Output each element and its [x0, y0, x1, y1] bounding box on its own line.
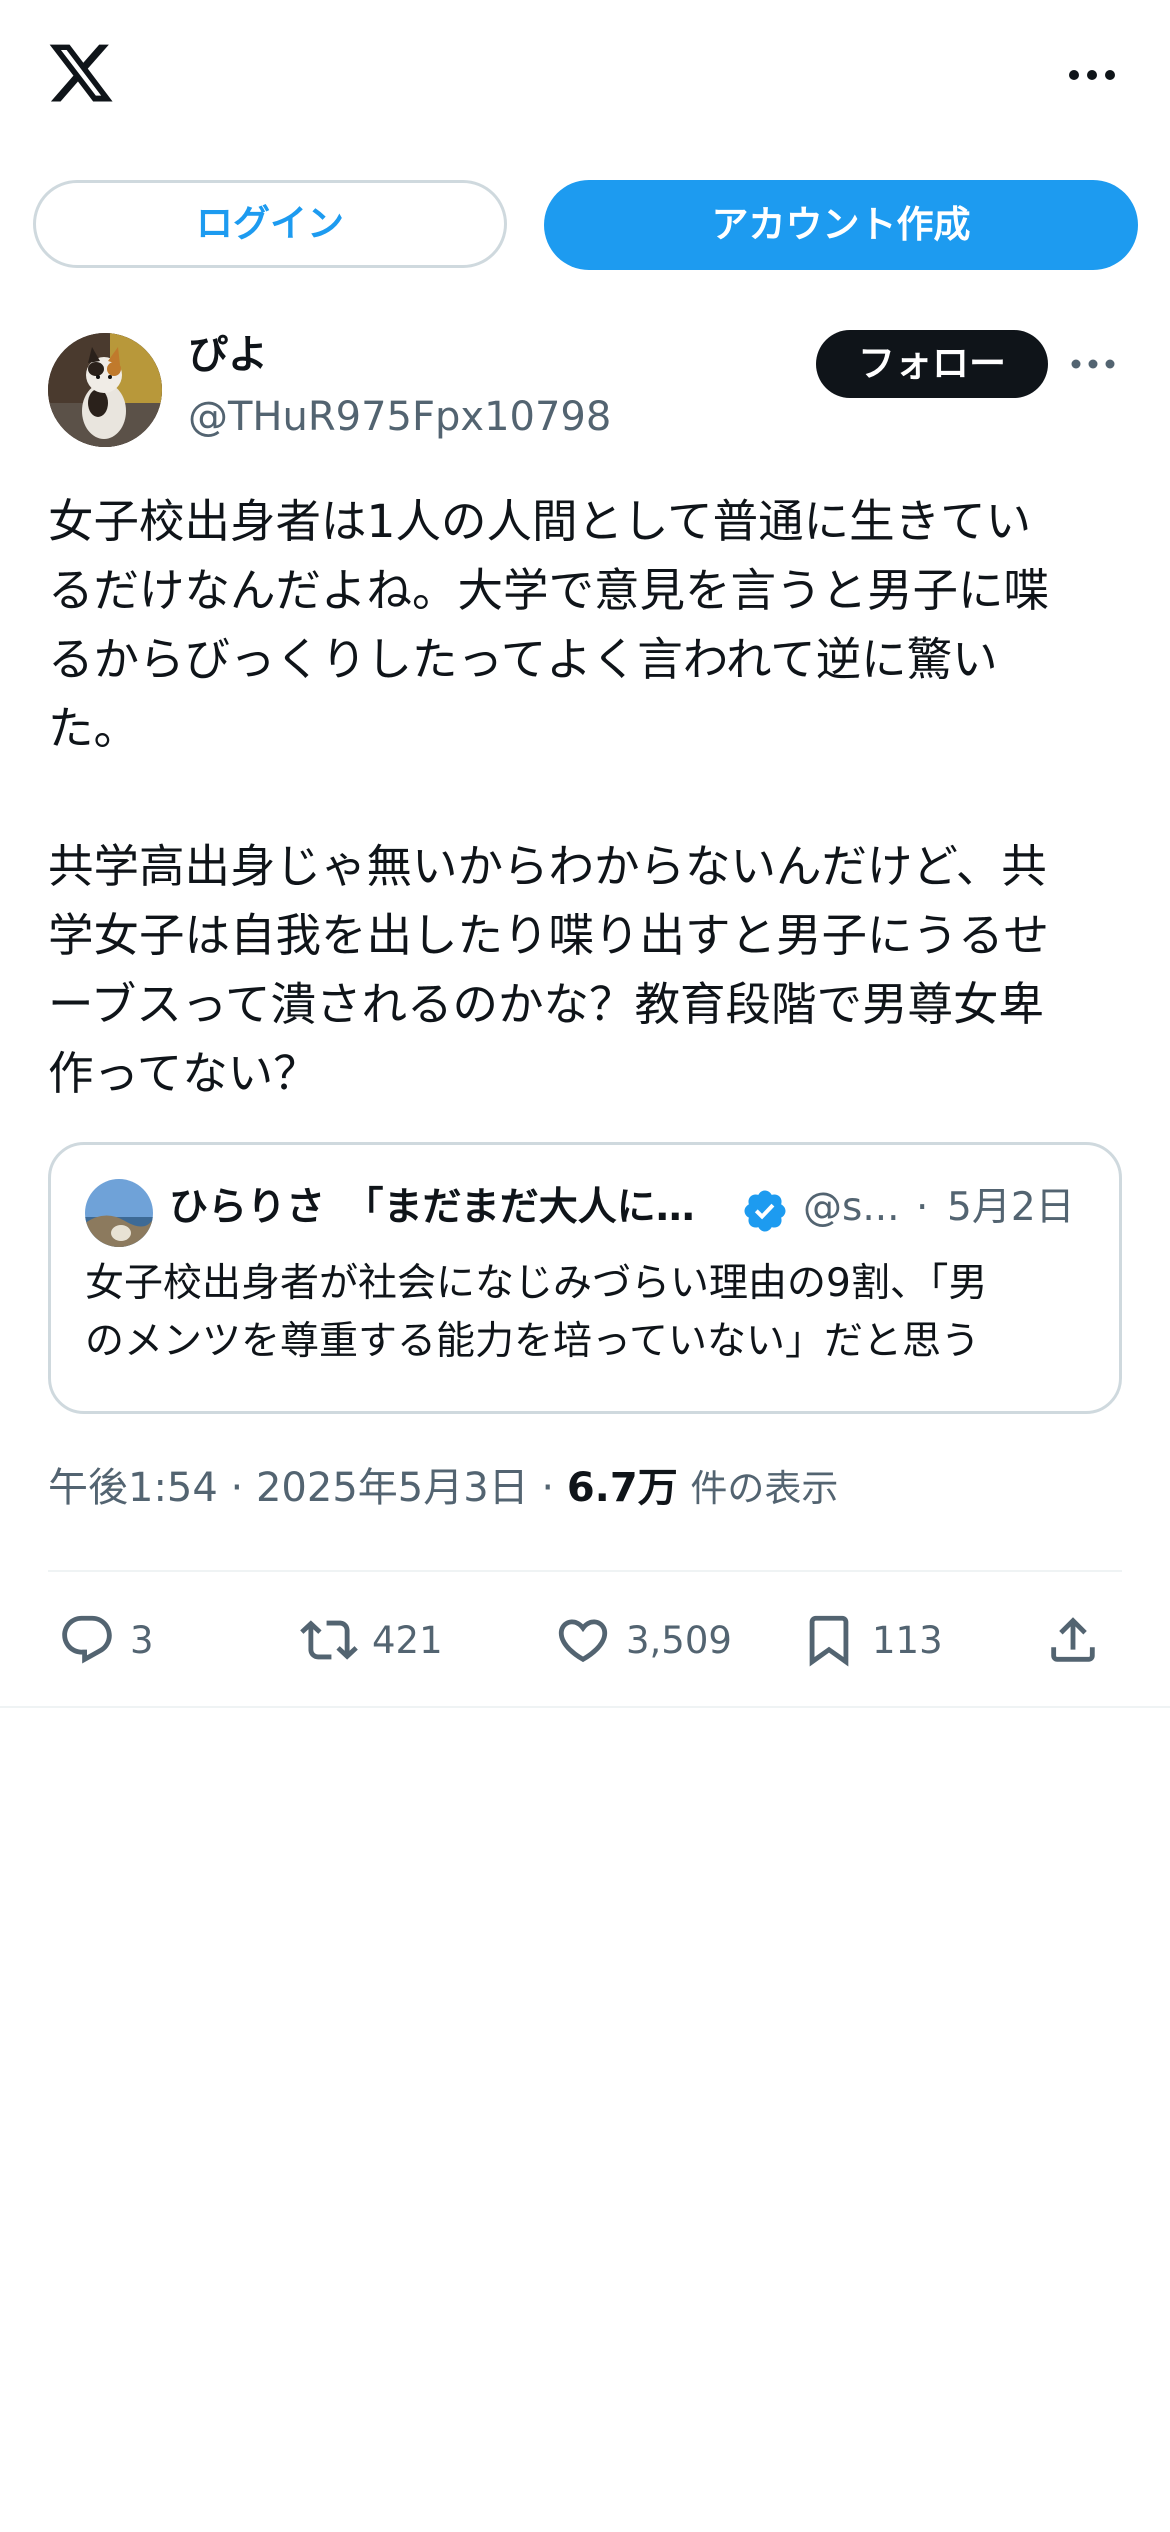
like-count: 3,509 — [626, 1618, 732, 1662]
auth-buttons: ログイン アカウント作成 — [33, 180, 1138, 270]
quote-author-name: ひらりさ 「まだまだ大人になれません」 — [169, 1185, 714, 1230]
cat-avatar-image — [48, 333, 162, 447]
login-button[interactable]: ログイン — [33, 180, 507, 268]
like-icon — [558, 1619, 608, 1663]
views-count: 6.7万 — [566, 1465, 678, 1511]
share-icon — [1051, 1617, 1095, 1662]
x-logo-icon[interactable] — [46, 38, 116, 108]
follow-button[interactable]: フォロー — [816, 330, 1048, 398]
retweet-button[interactable]: 421 — [300, 1600, 443, 1680]
bookmark-count: 113 — [872, 1618, 943, 1662]
landscape-avatar-image — [85, 1179, 153, 1247]
share-button[interactable] — [1044, 1600, 1116, 1680]
separator-dot: · — [541, 1465, 555, 1511]
avatar — [85, 1179, 153, 1247]
quote-author-handle: @s... — [803, 1185, 900, 1230]
retweet-icon — [300, 1620, 358, 1660]
like-button[interactable]: 3,509 — [554, 1600, 732, 1680]
tweet-text: 女子校出身者は1人の人間として普通に生きてい るだけなんだよね。大学で意見を言う… — [48, 495, 1050, 1100]
quoted-tweet-card[interactable]: ひらりさ 「まだまだ大人になれません」 @s... · 5月2日 女子校出身者が… — [48, 1142, 1122, 1414]
bookmark-button[interactable]: 113 — [800, 1600, 943, 1680]
quote-date: 5月2日 — [947, 1185, 1075, 1230]
reply-count: 3 — [130, 1618, 154, 1662]
verified-badge-icon — [744, 1190, 786, 1232]
more-horizontal-icon[interactable] — [1062, 55, 1122, 95]
more-horizontal-icon[interactable] — [1068, 354, 1118, 374]
author-name[interactable]: ぴよ — [188, 330, 268, 380]
create-account-button[interactable]: アカウント作成 — [544, 180, 1138, 270]
tweet-author: ぴよ @THuR975Fpx10798 フォロー — [48, 330, 1128, 450]
tweet-time[interactable]: 午後1:54 — [48, 1465, 218, 1511]
bookmark-icon — [809, 1615, 849, 1667]
retweet-count: 421 — [372, 1618, 443, 1662]
views-label: 件の表示 — [690, 1467, 839, 1510]
quote-text: 女子校出身者が社会になじみづらい理由の9割、「男 のメンツを尊重する能力を培って… — [85, 1261, 988, 1364]
tweet-meta: 午後1:54 · 2025年5月3日 · 6.7万 件の表示 — [48, 1458, 838, 1519]
top-bar — [0, 0, 1170, 150]
avatar[interactable] — [48, 333, 162, 447]
divider — [48, 1570, 1122, 1572]
action-bar: 3 421 3,509 113 — [48, 1600, 1128, 1680]
author-handle[interactable]: @THuR975Fpx10798 — [188, 392, 611, 442]
separator-dot: · — [230, 1465, 244, 1511]
separator-dot: · — [916, 1185, 929, 1230]
reply-button[interactable]: 3 — [58, 1600, 154, 1680]
tweet-date[interactable]: 2025年5月3日 — [256, 1465, 529, 1511]
divider — [0, 1706, 1170, 1708]
reply-icon — [62, 1615, 112, 1664]
